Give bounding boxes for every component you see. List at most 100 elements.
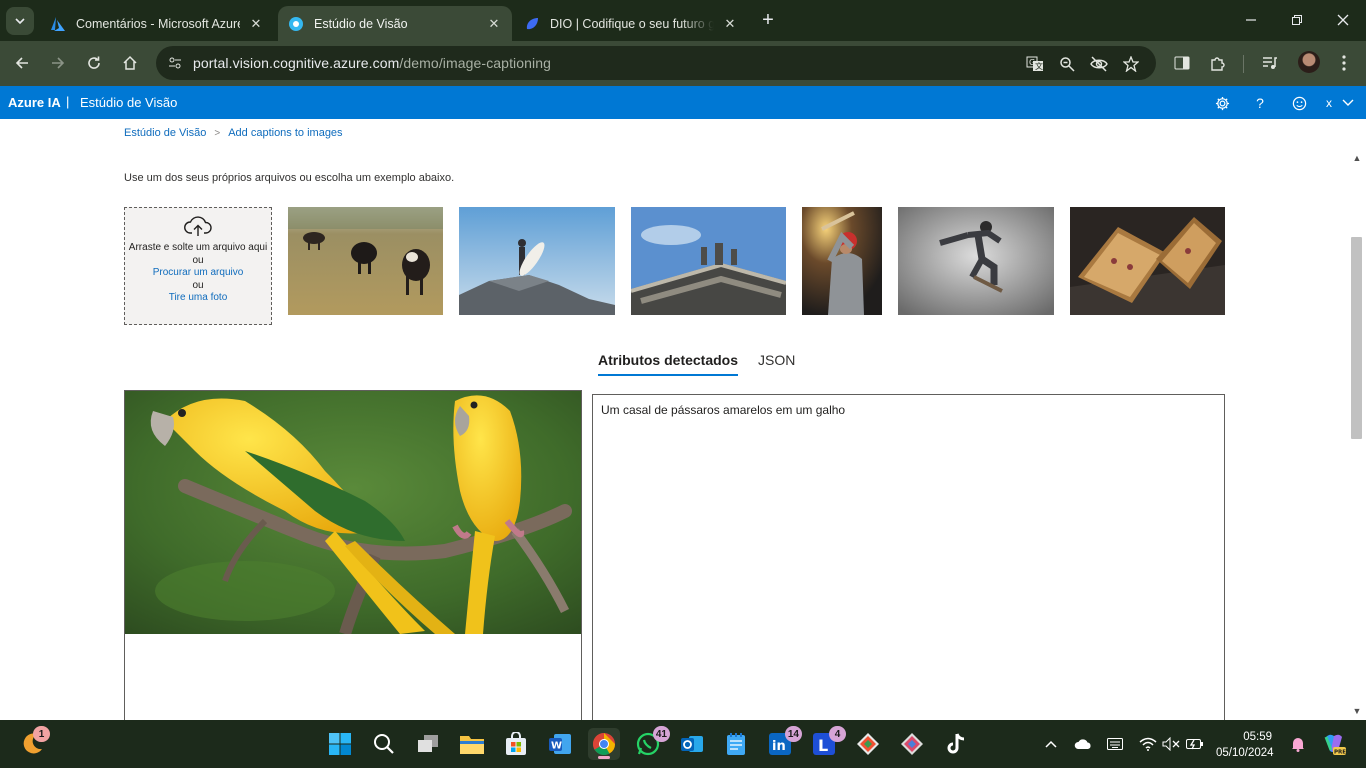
taskbar-git-app[interactable] — [852, 728, 884, 760]
eye-slash-icon[interactable] — [1088, 53, 1110, 75]
sidebar-toggle-button[interactable] — [1168, 49, 1196, 77]
system-clock[interactable]: 05:59 05/10/2024 — [1216, 729, 1274, 761]
sandwich-photo — [1070, 207, 1225, 315]
home-icon — [123, 55, 137, 70]
minimize-button[interactable] — [1228, 0, 1274, 40]
notification-bell-icon[interactable] — [1288, 734, 1308, 754]
taskbar-file-explorer[interactable] — [456, 728, 488, 760]
speaker-muted-icon[interactable] — [1161, 734, 1181, 754]
surfer-photo — [459, 207, 615, 315]
start-button[interactable] — [324, 728, 356, 760]
search-icon — [374, 734, 394, 754]
tab-json[interactable]: JSON — [758, 352, 795, 376]
taskbar-tiktok[interactable] — [940, 728, 972, 760]
chevron-down-icon — [15, 18, 25, 25]
reload-button[interactable] — [80, 49, 108, 77]
taskbar-word[interactable]: W — [544, 728, 576, 760]
back-button[interactable] — [8, 49, 36, 77]
chevron-right-icon: > — [214, 127, 221, 139]
tab-dio[interactable]: DIO | Codifique o seu futuro gl ✕ — [514, 6, 748, 41]
close-tab-icon[interactable]: ✕ — [248, 16, 264, 32]
help-question-icon[interactable]: ? — [1249, 92, 1271, 114]
tab-vision-studio[interactable]: Estúdio de Visão ✕ — [278, 6, 512, 41]
taskbar-l-app[interactable]: L 4 — [808, 726, 846, 760]
url-host: portal.vision.cognitive.azure.com — [193, 55, 400, 71]
account-menu[interactable]: x — [1320, 92, 1360, 114]
battery-charging-icon[interactable] — [1185, 734, 1205, 754]
scrollbar-thumb[interactable] — [1351, 237, 1362, 439]
extensions-button[interactable] — [1204, 49, 1232, 77]
notepad-icon — [727, 733, 745, 755]
arrow-right-icon — [52, 57, 65, 69]
feedback-smiley-icon[interactable] — [1288, 92, 1310, 114]
new-tab-button[interactable]: + — [756, 8, 780, 32]
svg-text:PRE: PRE — [1334, 750, 1346, 756]
browse-file-link[interactable]: Procurar um arquivo — [125, 267, 271, 280]
translate-icon[interactable]: G文 — [1024, 53, 1046, 75]
sample-image-baseball[interactable] — [802, 207, 882, 315]
address-bar[interactable]: portal.vision.cognitive.azure.com/demo/i… — [156, 46, 1156, 80]
close-tab-icon[interactable]: ✕ — [486, 16, 502, 32]
media-controls-button[interactable] — [1256, 49, 1284, 77]
building-photo — [631, 207, 786, 315]
brand-link[interactable]: Azure IA — [8, 95, 61, 110]
result-tabs: Atributos detectados JSON — [598, 352, 795, 376]
taskbar-linkedin[interactable]: in 14 — [764, 726, 802, 760]
take-photo-link[interactable]: Tire uma foto — [125, 292, 271, 305]
scroll-down-icon[interactable]: ▼ — [1352, 706, 1362, 716]
tab-azure-comments[interactable]: Comentários - Microsoft Azure ✕ — [40, 6, 274, 41]
sample-image-building[interactable] — [631, 207, 786, 315]
bookmark-star-icon[interactable] — [1120, 53, 1142, 75]
copilot-icon[interactable]: PRE — [1322, 734, 1346, 756]
azure-icon — [51, 16, 65, 31]
browser-menu-button[interactable] — [1330, 49, 1358, 77]
chevron-down-icon — [1342, 99, 1354, 106]
sample-image-surfer[interactable] — [459, 207, 615, 315]
taskbar-store[interactable] — [500, 728, 532, 760]
home-button[interactable] — [116, 49, 144, 77]
task-view-icon — [418, 735, 438, 752]
file-dropzone[interactable]: Arraste e solte um arquivo aqui ou Procu… — [124, 207, 272, 325]
diamond-app-icon — [901, 733, 923, 755]
settings-gear-icon[interactable] — [1211, 92, 1233, 114]
scroll-up-icon[interactable]: ▲ — [1352, 153, 1362, 163]
onedrive-cloud-icon[interactable] — [1073, 734, 1093, 754]
tab-detected-attributes[interactable]: Atributos detectados — [598, 352, 739, 376]
browser-toolbar: portal.vision.cognitive.azure.com/demo/i… — [0, 41, 1366, 86]
task-view-button[interactable] — [412, 728, 444, 760]
taskbar-app-moon[interactable]: 1 — [16, 726, 50, 760]
tab-search-button[interactable] — [6, 7, 34, 35]
sample-image-cows[interactable] — [288, 207, 443, 315]
cows-photo — [288, 207, 443, 315]
close-window-button[interactable] — [1320, 0, 1366, 40]
sample-image-skateboarder[interactable] — [898, 207, 1054, 315]
site-info-button[interactable] — [164, 52, 186, 74]
forward-button[interactable] — [44, 49, 72, 77]
restore-button[interactable] — [1274, 0, 1320, 40]
taskbar-search[interactable] — [368, 728, 400, 760]
header-separator: | — [66, 94, 70, 109]
more-vertical-icon — [1342, 55, 1346, 71]
or-text: ou — [192, 279, 204, 291]
zoom-icon[interactable] — [1056, 53, 1078, 75]
page-scrollbar[interactable]: ▲ ▼ — [1349, 151, 1366, 720]
studio-link[interactable]: Estúdio de Visão — [80, 95, 177, 110]
notification-badge: 1 — [33, 726, 50, 742]
wifi-icon[interactable] — [1138, 734, 1158, 754]
chevron-up-icon[interactable] — [1041, 734, 1061, 754]
taskbar-notepad[interactable] — [720, 728, 752, 760]
notification-badge: 41 — [652, 726, 670, 742]
taskbar-outlook[interactable] — [676, 728, 708, 760]
sample-image-sandwich[interactable] — [1070, 207, 1225, 315]
analyzed-image-panel — [124, 390, 582, 730]
diamond-app-icon — [857, 733, 879, 755]
breadcrumb-current-link[interactable]: Add captions to images — [228, 127, 342, 139]
breadcrumb-root-link[interactable]: Estúdio de Visão — [124, 127, 206, 139]
browser-tab-strip: Comentários - Microsoft Azure ✕ Estúdio … — [0, 0, 1366, 41]
close-tab-icon[interactable]: ✕ — [722, 16, 738, 32]
taskbar-chrome[interactable] — [588, 728, 620, 760]
profile-avatar[interactable] — [1298, 51, 1320, 73]
taskbar-git-app-2[interactable] — [896, 728, 928, 760]
keyboard-icon[interactable] — [1105, 734, 1125, 754]
taskbar-whatsapp[interactable]: 41 — [632, 726, 670, 760]
